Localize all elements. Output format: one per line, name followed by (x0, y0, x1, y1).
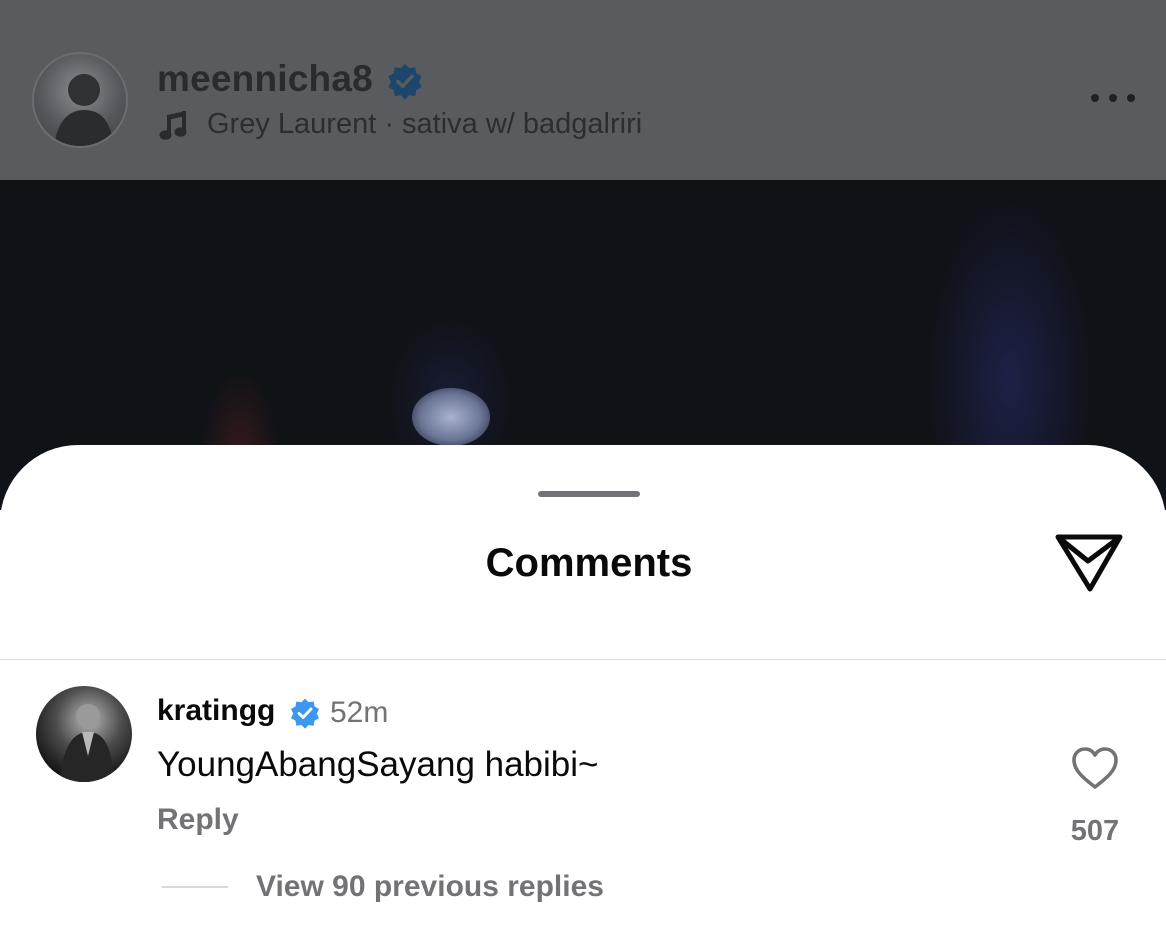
replies-connector-line (162, 886, 228, 888)
reply-button[interactable]: Reply (157, 803, 239, 837)
comment-timestamp: 52m (330, 696, 389, 729)
audio-track-label[interactable]: Grey Laurent · sativa w/ badgalriri (207, 108, 642, 141)
post-author-avatar[interactable] (32, 52, 128, 148)
sheet-drag-handle[interactable] (538, 491, 640, 497)
commenter-avatar[interactable] (36, 686, 132, 782)
post-author-username[interactable]: meennicha8 (157, 58, 373, 100)
verified-badge-icon (291, 698, 319, 729)
more-icon[interactable] (1088, 88, 1138, 108)
verified-badge-icon (388, 63, 422, 100)
person-silhouette-icon (54, 74, 114, 146)
person-silhouette-icon (60, 704, 114, 782)
like-count: 507 (1070, 815, 1120, 847)
comments-title: Comments (485, 541, 693, 585)
comments-sheet: Comments kratingg 52m YoungAbangSayang h… (0, 445, 1166, 936)
instagram-reel-comments-screen: meennicha8 Grey Laurent · sativa w/ badg… (0, 0, 1166, 936)
comment-text: YoungAbangSayang habibi~ (157, 745, 599, 784)
lens-flare-highlight (412, 388, 490, 446)
music-note-icon (159, 111, 187, 140)
post-header: meennicha8 Grey Laurent · sativa w/ badg… (0, 0, 1166, 180)
comment-username[interactable]: kratingg (157, 694, 275, 728)
send-icon[interactable] (1052, 529, 1126, 595)
heart-icon[interactable] (1070, 745, 1120, 791)
view-previous-replies-button[interactable]: View 90 previous replies (256, 870, 604, 904)
sheet-divider (0, 659, 1166, 660)
